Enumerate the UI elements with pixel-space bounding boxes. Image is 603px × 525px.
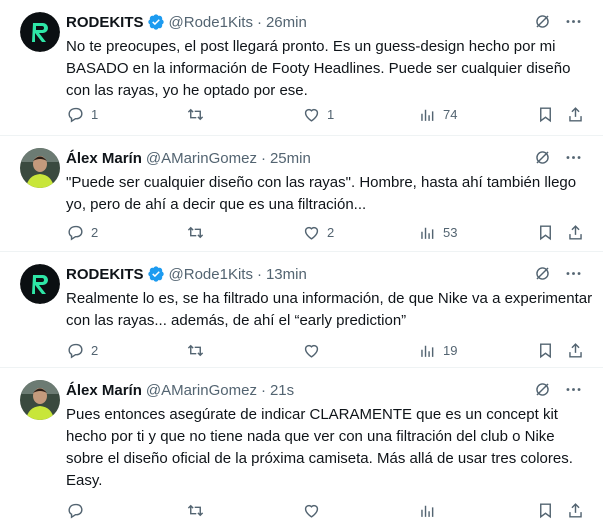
- tweet-text: No te preocupes, el post llegará pronto.…: [66, 38, 571, 99]
- tweet-text: Pues entonces asegúrate de indicar CLARA…: [66, 406, 573, 489]
- bookmark-button[interactable]: [536, 105, 555, 124]
- retweet-icon: [187, 504, 204, 516]
- share-icon: [569, 106, 582, 122]
- reply-button[interactable]: [66, 501, 91, 520]
- rodekits-logo-icon: [20, 264, 60, 304]
- timestamp[interactable]: 21s: [270, 382, 294, 399]
- tweet[interactable]: Álex Marín @AMarinGomez · 21s Pues enton…: [0, 368, 603, 525]
- like-button[interactable]: 1: [302, 105, 334, 124]
- separator-dot: ·: [256, 265, 262, 283]
- separator-dot: ·: [260, 149, 266, 167]
- display-name[interactable]: Álex Marín: [66, 150, 142, 167]
- share-icon: [569, 502, 582, 518]
- share-icon: [569, 342, 582, 358]
- like-count: 1: [327, 106, 335, 122]
- views-button[interactable]: 53: [418, 223, 457, 242]
- grok-icon[interactable]: [533, 148, 552, 167]
- bookmark-icon: [540, 224, 551, 240]
- retweet-icon: [187, 344, 204, 356]
- timestamp[interactable]: 13min: [266, 266, 307, 283]
- avatar[interactable]: [20, 380, 60, 420]
- more-options-icon[interactable]: [564, 12, 583, 31]
- more-options-icon[interactable]: [564, 264, 583, 283]
- reply-icon: [68, 503, 83, 519]
- grok-icon[interactable]: [533, 12, 552, 31]
- display-name[interactable]: RODEKITS: [66, 266, 144, 283]
- verified-badge-icon: [147, 265, 165, 283]
- reply-button[interactable]: 2: [66, 223, 98, 242]
- avatar[interactable]: [20, 148, 60, 188]
- retweet-icon: [187, 108, 204, 120]
- timestamp[interactable]: 25min: [270, 150, 311, 167]
- retweet-icon: [187, 226, 204, 238]
- avatar[interactable]: [20, 264, 60, 304]
- heart-icon: [304, 226, 319, 240]
- views-chart-icon: [421, 227, 434, 239]
- tweet-text: "Puede ser cualquier diseño con las raya…: [66, 174, 577, 213]
- more-options-icon[interactable]: [564, 148, 583, 167]
- bookmark-button[interactable]: [536, 223, 555, 242]
- views-chart-icon: [421, 505, 434, 517]
- bookmark-button[interactable]: [536, 341, 555, 360]
- view-count: 74: [443, 106, 458, 122]
- like-button[interactable]: [302, 341, 327, 360]
- reply-button[interactable]: 2: [66, 341, 98, 360]
- view-count: 19: [443, 342, 458, 358]
- reply-icon: [68, 225, 83, 241]
- retweet-button[interactable]: [186, 501, 211, 520]
- reply-count: 2: [91, 342, 99, 358]
- bookmark-icon: [540, 106, 551, 122]
- user-handle[interactable]: @AMarinGomez: [146, 382, 257, 399]
- reply-count: 1: [91, 106, 99, 122]
- like-button[interactable]: [302, 501, 327, 520]
- views-chart-icon: [421, 109, 434, 121]
- rodekits-logo-icon: [20, 12, 60, 52]
- bookmark-icon: [540, 342, 551, 358]
- timestamp[interactable]: 26min: [266, 14, 307, 31]
- like-count: 2: [327, 224, 335, 240]
- verified-badge-icon: [147, 13, 165, 31]
- views-chart-icon: [421, 345, 434, 357]
- tweet-text: Realmente lo es, se ha filtrado una info…: [66, 290, 593, 329]
- reply-button[interactable]: 1: [66, 105, 98, 124]
- retweet-button[interactable]: [186, 223, 211, 242]
- tweet[interactable]: Álex Marín @AMarinGomez · 25min "Puede s…: [0, 136, 603, 252]
- user-photo-icon: [20, 380, 60, 420]
- bookmark-button[interactable]: [536, 501, 555, 520]
- heart-icon: [304, 504, 319, 518]
- display-name[interactable]: RODEKITS: [66, 14, 144, 31]
- more-options-icon[interactable]: [564, 380, 583, 399]
- grok-icon[interactable]: [533, 264, 552, 283]
- separator-dot: ·: [256, 13, 262, 31]
- view-count: 53: [443, 224, 458, 240]
- share-button[interactable]: [566, 341, 585, 360]
- share-button[interactable]: [566, 501, 585, 520]
- share-icon: [569, 224, 582, 240]
- user-photo-icon: [20, 148, 60, 188]
- separator-dot: ·: [260, 381, 266, 399]
- bookmark-icon: [540, 502, 551, 518]
- reply-icon: [68, 107, 83, 123]
- like-button[interactable]: 2: [302, 223, 334, 242]
- views-button[interactable]: 74: [418, 105, 457, 124]
- reply-icon: [68, 343, 83, 359]
- tweet[interactable]: RODEKITS @Rode1Kits · 26min No te preocu…: [0, 0, 603, 136]
- avatar[interactable]: [20, 12, 60, 52]
- grok-icon[interactable]: [533, 380, 552, 399]
- retweet-button[interactable]: [186, 105, 211, 124]
- user-handle[interactable]: @AMarinGomez: [146, 150, 257, 167]
- tweet[interactable]: RODEKITS @Rode1Kits · 13min Realmente lo…: [0, 252, 603, 368]
- retweet-button[interactable]: [186, 341, 211, 360]
- views-button[interactable]: [418, 501, 443, 520]
- reply-count: 2: [91, 224, 99, 240]
- display-name[interactable]: Álex Marín: [66, 382, 142, 399]
- views-button[interactable]: 19: [418, 341, 457, 360]
- user-handle[interactable]: @Rode1Kits: [169, 266, 253, 283]
- share-button[interactable]: [566, 223, 585, 242]
- heart-icon: [304, 344, 319, 358]
- heart-icon: [304, 108, 319, 122]
- share-button[interactable]: [566, 105, 585, 124]
- user-handle[interactable]: @Rode1Kits: [169, 14, 253, 31]
